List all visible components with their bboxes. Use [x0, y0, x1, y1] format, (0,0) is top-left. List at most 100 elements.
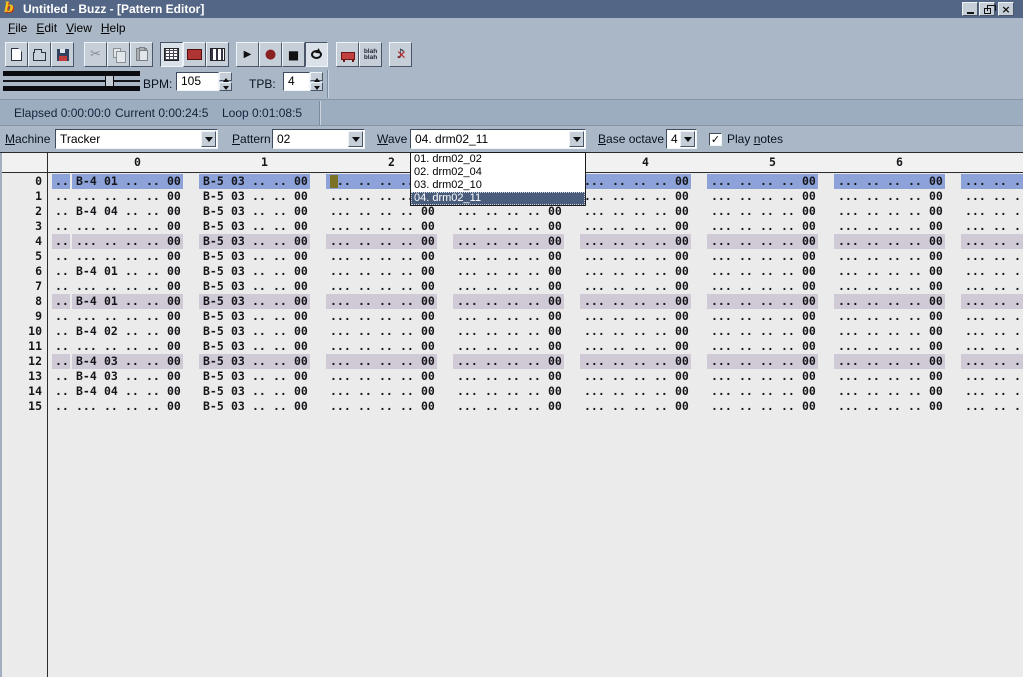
pattern-cell[interactable]: 01: [104, 294, 118, 309]
pattern-cell[interactable]: ..: [887, 189, 901, 204]
pattern-cell[interactable]: ..: [506, 234, 520, 249]
pattern-cell[interactable]: ...: [965, 339, 986, 354]
pattern-cell[interactable]: ..: [760, 204, 774, 219]
pattern-cell[interactable]: 00: [294, 369, 308, 384]
pattern-cell[interactable]: 00: [548, 204, 562, 219]
pattern-cell[interactable]: ..: [146, 384, 160, 399]
pattern-cell[interactable]: ..: [485, 279, 499, 294]
wave-dropdown-arrow-icon[interactable]: [569, 131, 584, 147]
pattern-cell[interactable]: 00: [421, 234, 435, 249]
pattern-cell[interactable]: 02: [104, 324, 118, 339]
pattern-cell[interactable]: ...: [457, 249, 478, 264]
pattern-cell[interactable]: ..: [252, 174, 266, 189]
pattern-cell[interactable]: ...: [584, 219, 605, 234]
pattern-cell[interactable]: ..: [781, 399, 795, 414]
pattern-cell[interactable]: ..: [887, 264, 901, 279]
pattern-cell[interactable]: ...: [584, 339, 605, 354]
pattern-cell[interactable]: 00: [675, 264, 689, 279]
pattern-cell[interactable]: 00: [675, 309, 689, 324]
pattern-cell[interactable]: 03: [231, 309, 245, 324]
play-button[interactable]: ▶: [236, 42, 259, 67]
pattern-cell[interactable]: ..: [252, 384, 266, 399]
pattern-cell[interactable]: ..: [273, 249, 287, 264]
pattern-cell[interactable]: 00: [929, 264, 943, 279]
pattern-cell[interactable]: 01: [104, 264, 118, 279]
pattern-cell[interactable]: ..: [527, 369, 541, 384]
pattern-cell[interactable]: ..: [908, 204, 922, 219]
pattern-cell[interactable]: B-5: [203, 249, 224, 264]
pattern-cell[interactable]: ..: [760, 249, 774, 264]
pattern-cell[interactable]: ...: [457, 384, 478, 399]
pattern-cell[interactable]: ..: [633, 189, 647, 204]
pattern-cell[interactable]: ..: [400, 399, 414, 414]
pattern-cell[interactable]: ..: [760, 399, 774, 414]
pattern-cell[interactable]: ...: [711, 219, 732, 234]
wave-dropdown-list[interactable]: 01. drm02_0202. drm02_0403. drm02_1004. …: [410, 152, 586, 206]
pattern-cell[interactable]: 03: [231, 174, 245, 189]
pattern-cell[interactable]: ..: [993, 324, 1007, 339]
pattern-cell[interactable]: ..: [887, 399, 901, 414]
pattern-cell[interactable]: ..: [887, 294, 901, 309]
pattern-cell[interactable]: 00: [167, 399, 181, 414]
pattern-cell[interactable]: ...: [457, 324, 478, 339]
pattern-cell[interactable]: ..: [887, 354, 901, 369]
pattern-cell[interactable]: ..: [739, 369, 753, 384]
pattern-cell[interactable]: 00: [548, 279, 562, 294]
pattern-cell[interactable]: ..: [273, 189, 287, 204]
pattern-cell[interactable]: B-4: [76, 354, 97, 369]
pattern-cell[interactable]: ..: [633, 249, 647, 264]
pattern-cell[interactable]: ..: [633, 279, 647, 294]
pattern-cell[interactable]: ..: [379, 339, 393, 354]
pattern-cell[interactable]: ...: [838, 369, 859, 384]
pattern-cell[interactable]: ...: [838, 174, 859, 189]
pattern-cell[interactable]: ..: [400, 354, 414, 369]
pattern-cell[interactable]: ..: [506, 219, 520, 234]
pattern-cell[interactable]: ...: [76, 219, 97, 234]
pattern-cell[interactable]: 00: [294, 204, 308, 219]
pattern-cell[interactable]: ..: [612, 174, 626, 189]
pattern-cell[interactable]: ...: [330, 204, 351, 219]
pattern-cell[interactable]: ...: [584, 369, 605, 384]
pattern-cell[interactable]: ..: [993, 219, 1007, 234]
pattern-cell[interactable]: ..: [866, 294, 880, 309]
pattern-cell[interactable]: ..: [273, 339, 287, 354]
pattern-cell[interactable]: ..: [993, 279, 1007, 294]
pattern-cell[interactable]: B-5: [203, 369, 224, 384]
pattern-cell[interactable]: ..: [908, 189, 922, 204]
pattern-cell[interactable]: ..: [379, 324, 393, 339]
pattern-cell[interactable]: ..: [612, 309, 626, 324]
pattern-cell[interactable]: ...: [584, 279, 605, 294]
pattern-cell[interactable]: 00: [675, 294, 689, 309]
pattern-cell[interactable]: ...: [330, 324, 351, 339]
pattern-cell[interactable]: ...: [838, 324, 859, 339]
global-cell[interactable]: ..: [55, 294, 69, 309]
pattern-cell[interactable]: ..: [485, 324, 499, 339]
pattern-cell[interactable]: ..: [739, 204, 753, 219]
pattern-cell[interactable]: ..: [358, 324, 372, 339]
pattern-cell[interactable]: 04: [104, 204, 118, 219]
pattern-cell[interactable]: 00: [548, 249, 562, 264]
pattern-cell[interactable]: ..: [379, 369, 393, 384]
pattern-cell[interactable]: ..: [104, 219, 118, 234]
pattern-cell[interactable]: ..: [654, 384, 668, 399]
bpm-spinner[interactable]: [219, 72, 232, 91]
pattern-cell[interactable]: ..: [252, 294, 266, 309]
pattern-cell[interactable]: ...: [711, 324, 732, 339]
title-bar[interactable]: b Untitled - Buzz - [Pattern Editor] ×: [0, 0, 1023, 18]
pattern-cell[interactable]: ..: [358, 264, 372, 279]
pattern-cell[interactable]: 03: [231, 264, 245, 279]
pattern-cell[interactable]: ..: [273, 369, 287, 384]
pattern-cell[interactable]: ...: [584, 249, 605, 264]
pattern-cell[interactable]: ..: [781, 219, 795, 234]
global-cell[interactable]: ..: [55, 339, 69, 354]
pattern-cell[interactable]: ..: [104, 279, 118, 294]
pattern-cell[interactable]: ...: [330, 189, 351, 204]
pattern-cell[interactable]: ..: [146, 249, 160, 264]
pattern-cell[interactable]: ..: [993, 309, 1007, 324]
pattern-cell[interactable]: ..: [760, 309, 774, 324]
pattern-cell[interactable]: 00: [167, 279, 181, 294]
pattern-cell[interactable]: 00: [802, 324, 816, 339]
pattern-cell[interactable]: ..: [866, 309, 880, 324]
wave-dropdown-item[interactable]: 02. drm02_04: [411, 166, 585, 179]
pattern-cell[interactable]: ..: [527, 264, 541, 279]
